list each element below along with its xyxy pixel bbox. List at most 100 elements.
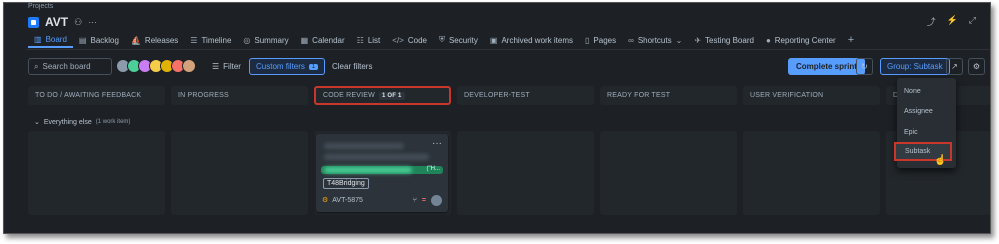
column-header: TO DO / AWAITING FEEDBACK [28,86,165,105]
more-icon[interactable]: ··· [88,17,97,27]
branch-icon: ⑂ [412,196,417,204]
parent-tag-text: ("H... [426,166,440,172]
column-header: DEVELOPER-TEST [457,86,594,105]
link-icon: ∞ [628,35,634,45]
calendar-icon: ▦ [300,35,309,45]
search-input[interactable] [42,62,109,71]
tab-summary[interactable]: ◎ Summary [237,32,294,48]
column-lane [457,131,594,215]
custom-filters-count: 1 [308,63,319,70]
backlog-icon: ▤ [78,35,87,45]
tab-label: Releases [144,35,179,45]
divider [26,49,990,50]
reporting-center-icon: ● [765,35,771,45]
search-icon: ⌕ [34,61,39,71]
tab-board[interactable]: ▥ Board [28,32,73,48]
tab-releases[interactable]: ⛵ Releases [125,32,184,48]
tab-security[interactable]: ⛨ Security [433,32,484,48]
subtask-icon: ⚙ [322,197,329,204]
board-toolbar: ⌕ ☰Filter Custom filters1 Clear filters … [28,58,990,75]
column-header: USER VERIFICATION [743,86,880,105]
tab-calendar[interactable]: ▦ Calendar [295,32,351,48]
priority-medium-icon: = [421,196,426,204]
tab-timeline[interactable]: ☰ Timeline [184,32,237,48]
project-tabs: ▥ Board ▤ Backlog ⛵ Releases ☰ Timeline ◎ Sum… [28,32,860,48]
filter-button[interactable]: ☰ Filter [206,58,247,75]
filter-icon: ☰ [212,62,220,71]
tab-backlog[interactable]: ▤ Backlog [73,32,125,48]
tab-list[interactable]: ☷ List [351,32,387,48]
tab-label: Summary [254,35,289,45]
filter-label: Filter [223,62,241,71]
label-chip[interactable]: T48Bridging [323,178,369,189]
search-box[interactable]: ⌕ [28,58,112,75]
pages-icon: ▯ [585,35,590,45]
swimlane-header[interactable]: ⌄ Everything else (1 work item) [34,118,131,127]
custom-filters-label: Custom filters [256,62,305,71]
group-by-button[interactable]: Group: Subtask [880,58,950,75]
clear-filters-button[interactable]: Clear filters [326,58,378,75]
group-option-assignee[interactable]: Assignee [897,102,956,121]
tab-label: Pages [593,35,617,45]
testing-board-icon: ✈ [694,35,702,45]
board-icon: ▥ [34,34,42,44]
group-by-dropdown: None Assignee Epic Subtask [894,78,956,168]
jira-board-window: Projects AVT ⚇ ··· ⤴ ⚡ ⤢ ▥ Board ▤ Backlog… [3,2,991,234]
tab-label: List [367,35,381,45]
tab-archived[interactable]: ▣ Archived work items [484,32,579,48]
code-icon: </> [392,35,404,45]
issue-key[interactable]: AVT-5875 [332,197,363,204]
card-meta: ⑂ = [412,194,442,206]
team-icon[interactable]: ⚇ [74,17,82,28]
automation-icon[interactable]: ⚡ [947,15,958,28]
column-header: READY FOR TEST [600,86,737,105]
group-option-none[interactable]: None [897,82,956,101]
column-title: IN PROGRESS [178,92,229,99]
work-item-card[interactable]: ··· ("H... T48Bridging ⚙ AVT-5875 ⑂ = [316,134,448,212]
column-count-badge: 1 OF 1 [378,91,405,100]
list-icon: ☷ [356,35,364,45]
blurred-parent [324,167,412,173]
expand-icon[interactable]: ⤢ [969,15,976,28]
chevron-down-icon: ⌄ [34,119,40,126]
column-lane [743,131,880,215]
column-title: CODE REVIEW [323,92,375,99]
share-icon[interactable]: ⤴ [927,15,936,28]
timeline-icon: ☰ [190,35,198,45]
card-footer: ⚙ AVT-5875 ⑂ = [322,194,442,206]
chevron-down-icon: ⌄ [675,35,683,45]
header-actions: ⤴ ⚡ ⤢ [927,15,976,28]
tab-testing-board[interactable]: ✈ Testing Board [688,32,760,48]
tab-label: Shortcuts [637,35,672,45]
more-icon[interactable]: ··· [432,138,442,149]
tab-pages[interactable]: ▯ Pages [579,32,622,48]
tab-label: Testing Board [705,35,754,45]
column-title: TO DO / AWAITING FEEDBACK [35,92,142,99]
column-lane [600,131,737,215]
tab-code[interactable]: </> Code [386,32,433,48]
assignee-avatar[interactable] [431,194,442,206]
view-settings-icon[interactable]: ⚙ [968,58,985,75]
tab-label: Backlog [90,35,119,45]
group-option-epic[interactable]: Epic [897,123,956,142]
pointer-cursor-icon: ☝ [934,155,947,166]
swimlane-count: (1 work item) [95,119,131,125]
avatar[interactable] [182,59,196,73]
summary-icon: ◎ [243,35,251,45]
column-title: DEVELOPER-TEST [464,92,530,99]
tab-label: Archived work items [501,35,574,45]
tab-reporting-center[interactable]: ● Reporting Center [760,32,842,48]
column-header: CODE REVIEW 1 OF 1 [314,86,451,105]
tab-label: Code [407,35,427,45]
insights-icon[interactable]: ↗ [946,58,963,75]
complete-sprint-button[interactable]: Complete sprint [788,58,865,75]
tab-label: Reporting Center [774,35,836,45]
tab-shortcuts[interactable]: ∞ Shortcuts ⌄ [622,32,688,48]
project-header: AVT ⚇ ··· [28,14,97,30]
blurred-title [324,143,404,149]
add-tab-icon[interactable]: + [842,34,860,46]
refresh-icon[interactable]: ↻ [856,58,873,75]
custom-filters-button[interactable]: Custom filters 1 [249,58,326,75]
column-lane [171,131,308,215]
breadcrumb[interactable]: Projects [28,3,53,10]
